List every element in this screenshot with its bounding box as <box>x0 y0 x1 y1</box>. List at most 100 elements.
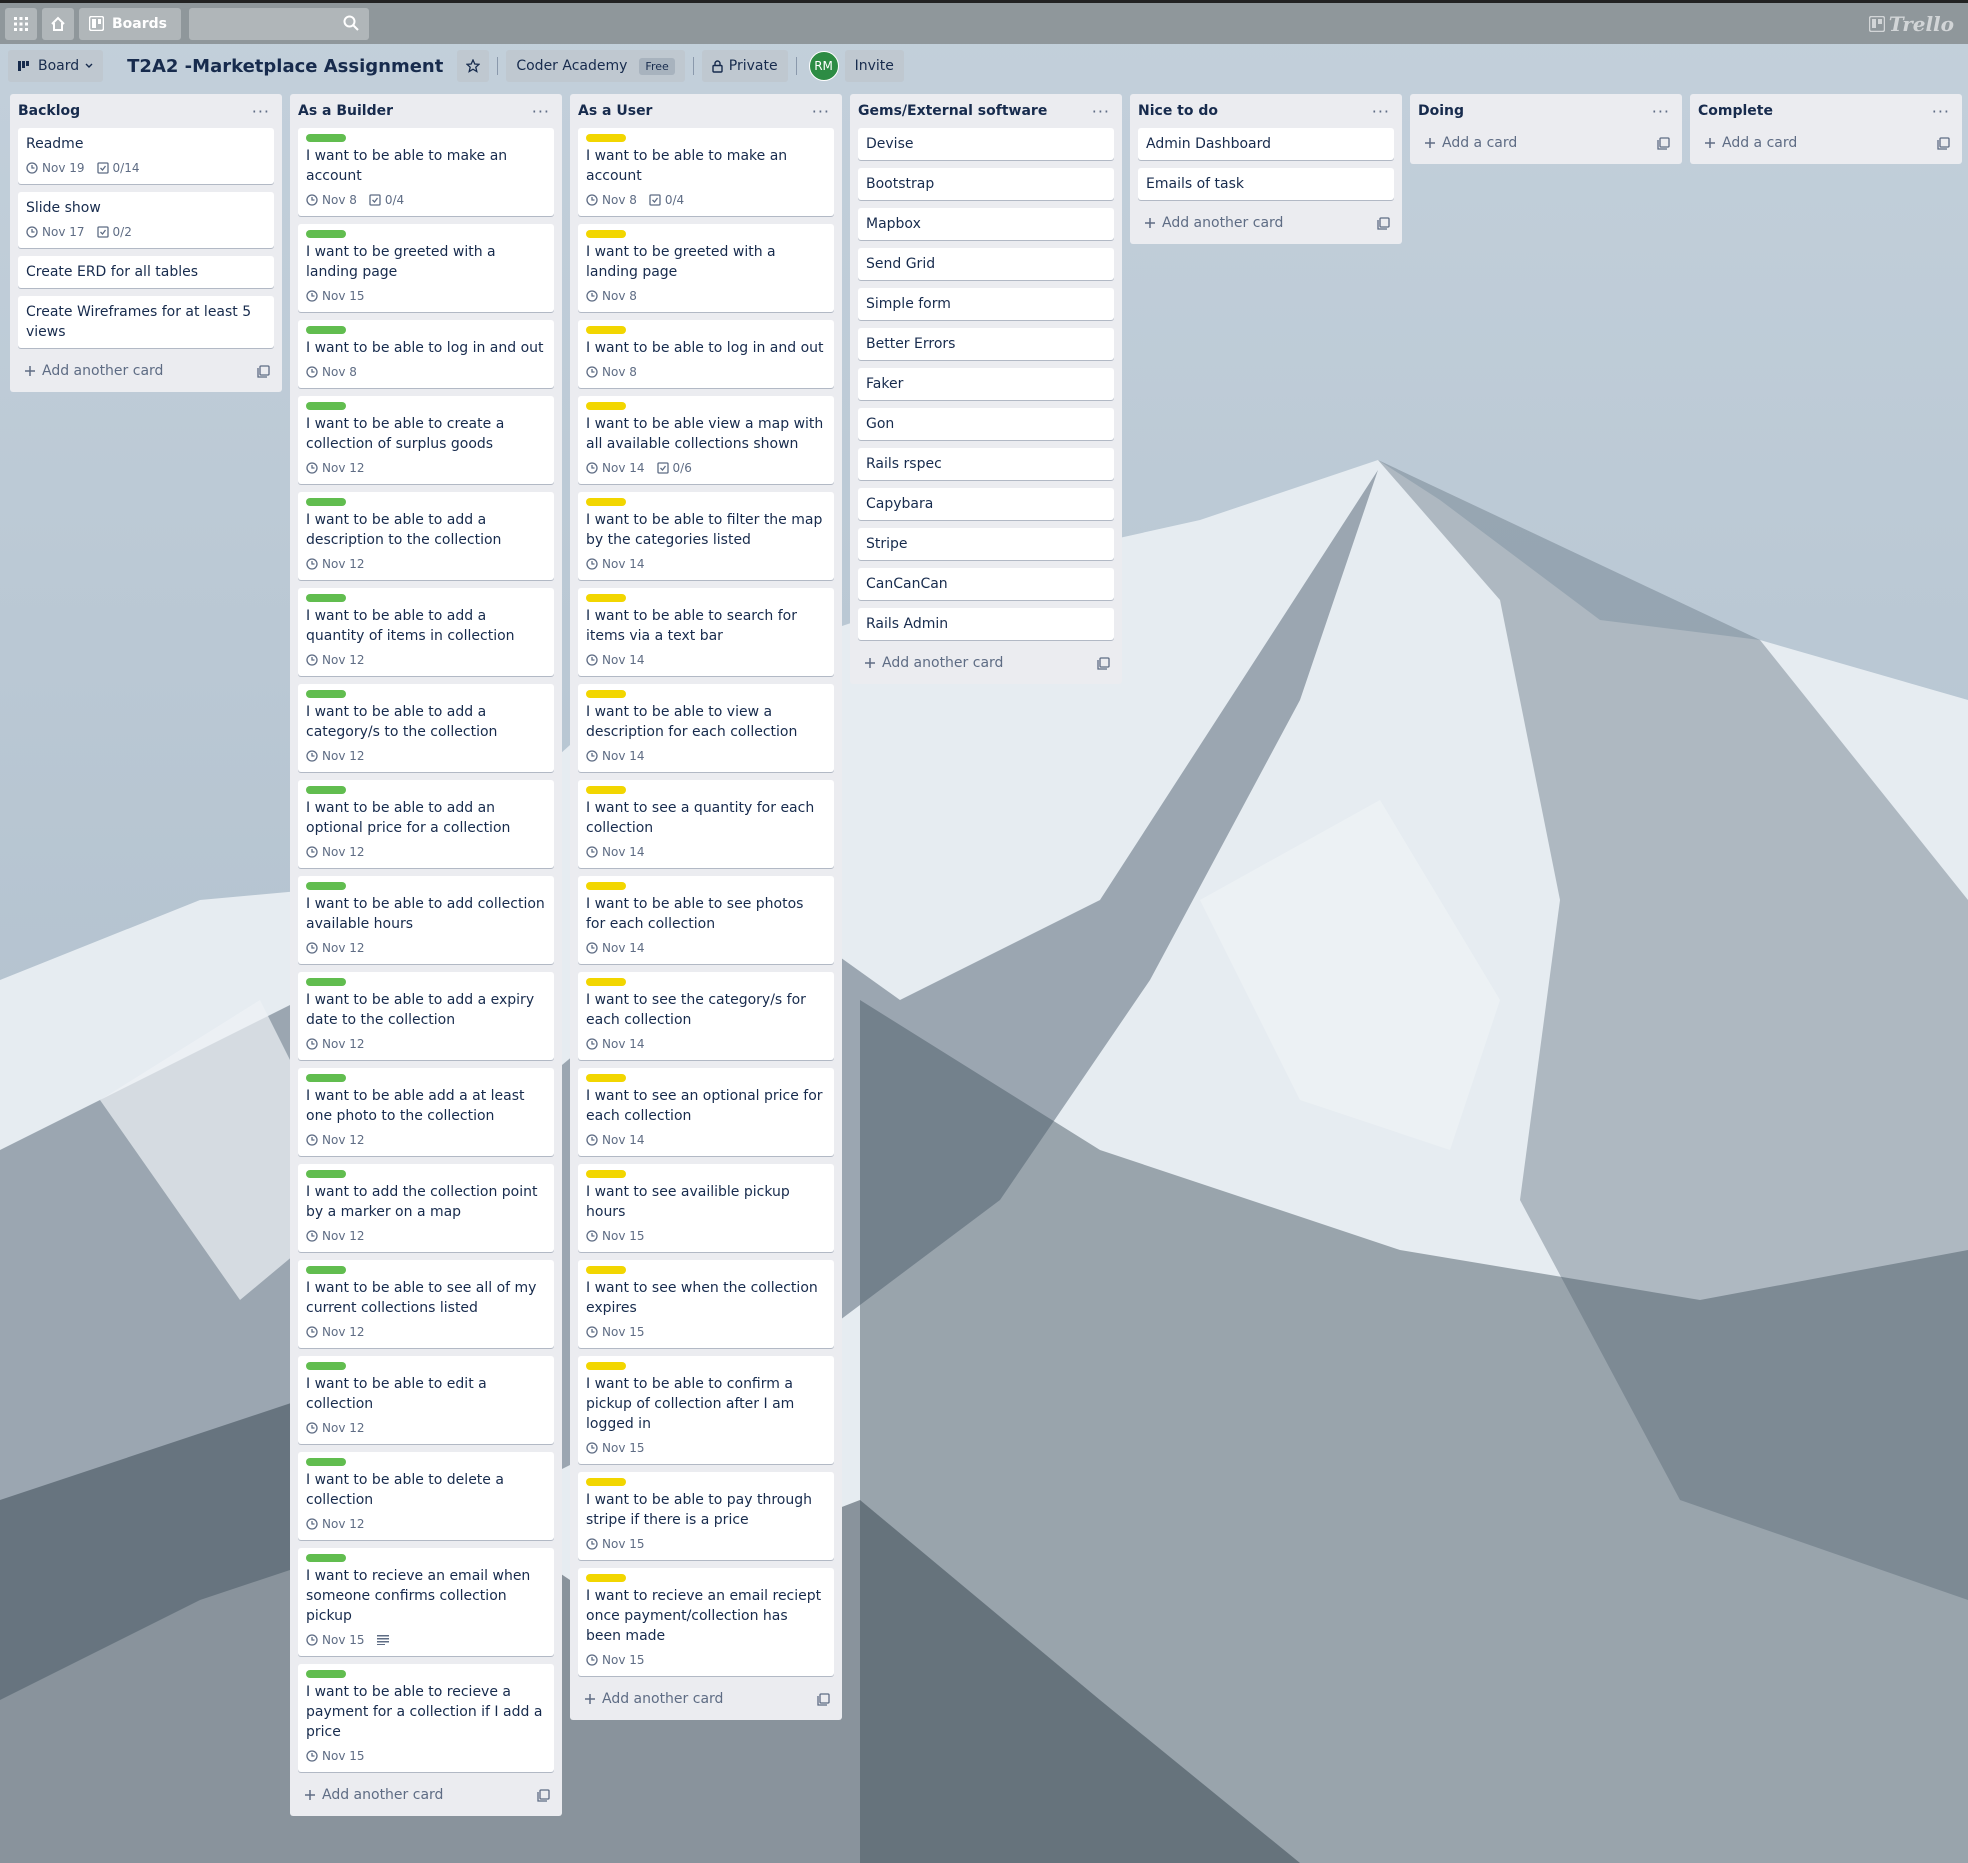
card[interactable]: I want to be greeted with a landing page… <box>578 224 834 312</box>
card-label[interactable] <box>586 978 626 986</box>
card-label[interactable] <box>586 230 626 238</box>
card[interactable]: I want to be greeted with a landing page… <box>298 224 554 312</box>
card-template-button[interactable] <box>817 1692 830 1706</box>
add-card-composer[interactable]: Add a card <box>1424 135 1517 151</box>
list-title[interactable]: As a Builder <box>298 103 393 119</box>
card[interactable]: I want to see the category/s for each co… <box>578 972 834 1060</box>
card[interactable]: I want to recieve an email when someone … <box>298 1548 554 1656</box>
star-button[interactable] <box>457 50 490 82</box>
boards-button[interactable]: Boards <box>79 7 181 40</box>
card-label[interactable] <box>586 402 626 410</box>
add-card-button[interactable]: Add another card <box>18 356 274 386</box>
add-card-composer[interactable]: Add a card <box>1704 135 1797 151</box>
card[interactable]: Stripe <box>858 528 1114 560</box>
add-card-button[interactable]: Add a card <box>1698 128 1954 158</box>
list-menu-icon[interactable]: ··· <box>812 102 830 121</box>
card-label[interactable] <box>586 882 626 890</box>
add-card-button[interactable]: Add another card <box>1138 208 1394 238</box>
card[interactable]: I want to be able to add a expiry date t… <box>298 972 554 1060</box>
card-label[interactable] <box>586 498 626 506</box>
card-template-button[interactable] <box>1377 216 1390 230</box>
invite-button[interactable]: Invite <box>844 50 904 82</box>
card[interactable]: CanCanCan <box>858 568 1114 600</box>
card-label[interactable] <box>586 1074 626 1082</box>
card[interactable]: Better Errors <box>858 328 1114 360</box>
card[interactable]: I want to be able to recieve a payment f… <box>298 1664 554 1772</box>
add-card-composer[interactable]: Add another card <box>1144 215 1283 231</box>
list-menu-icon[interactable]: ··· <box>1092 102 1110 121</box>
card-label[interactable] <box>586 326 626 334</box>
card-label[interactable] <box>306 1074 346 1082</box>
card[interactable]: Rails rspec <box>858 448 1114 480</box>
add-card-button[interactable]: Add a card <box>1418 128 1674 158</box>
card-label[interactable] <box>306 1458 346 1466</box>
add-card-button[interactable]: Add another card <box>578 1684 834 1714</box>
card[interactable]: Devise <box>858 128 1114 160</box>
card-label[interactable] <box>586 1362 626 1370</box>
card[interactable]: I want to be able to log in and out Nov 8 <box>298 320 554 388</box>
card[interactable]: Send Grid <box>858 248 1114 280</box>
card[interactable]: Slide show Nov 17 0/2 <box>18 192 274 248</box>
card-label[interactable] <box>586 1170 626 1178</box>
card[interactable]: I want to be able view a map with all av… <box>578 396 834 484</box>
card[interactable]: I want to be able to create a collection… <box>298 396 554 484</box>
card[interactable]: I want to be able to filter the map by t… <box>578 492 834 580</box>
team-button[interactable]: Coder Academy Free <box>506 50 685 82</box>
card[interactable]: I want to be able to add an optional pri… <box>298 780 554 868</box>
card[interactable]: I want to be able to view a description … <box>578 684 834 772</box>
card[interactable]: I want to see when the collection expire… <box>578 1260 834 1348</box>
card[interactable]: I want to be able to add a description t… <box>298 492 554 580</box>
add-card-composer[interactable]: Add another card <box>304 1787 443 1803</box>
list-title[interactable]: As a User <box>578 103 652 119</box>
search-input[interactable] <box>189 7 369 40</box>
card[interactable]: Bootstrap <box>858 168 1114 200</box>
card[interactable]: I want to be able to log in and out Nov 8 <box>578 320 834 388</box>
list-menu-icon[interactable]: ··· <box>1372 102 1390 121</box>
list-title[interactable]: Doing <box>1418 103 1464 119</box>
list-title[interactable]: Nice to do <box>1138 103 1218 119</box>
card[interactable]: I want to see a quantity for each collec… <box>578 780 834 868</box>
card-label[interactable] <box>586 594 626 602</box>
member-avatar[interactable]: RM <box>808 51 839 81</box>
card-label[interactable] <box>306 1362 346 1370</box>
card-template-button[interactable] <box>257 364 270 378</box>
card[interactable]: Capybara <box>858 488 1114 520</box>
card-template-button[interactable] <box>537 1788 550 1802</box>
card[interactable]: Admin Dashboard <box>1138 128 1394 160</box>
card[interactable]: I want to be able add a at least one pho… <box>298 1068 554 1156</box>
card-template-button[interactable] <box>1937 136 1950 150</box>
card-label[interactable] <box>306 1554 346 1562</box>
card[interactable]: I want to be able to add a quantity of i… <box>298 588 554 676</box>
card-label[interactable] <box>586 1478 626 1486</box>
card-label[interactable] <box>586 786 626 794</box>
card[interactable]: I want to see an optional price for each… <box>578 1068 834 1156</box>
add-card-button[interactable]: Add another card <box>298 1780 554 1810</box>
board-title[interactable]: T2A2 -Marketplace Assignment <box>127 56 443 77</box>
card[interactable]: Create ERD for all tables <box>18 256 274 288</box>
list-menu-icon[interactable]: ··· <box>1652 102 1670 121</box>
list-title[interactable]: Backlog <box>18 103 80 119</box>
card[interactable]: I want to be able to confirm a pickup of… <box>578 1356 834 1464</box>
list-title[interactable]: Gems/External software <box>858 103 1047 119</box>
card[interactable]: Gon <box>858 408 1114 440</box>
card-label[interactable] <box>586 690 626 698</box>
card[interactable]: I want to be able to edit a collection No… <box>298 1356 554 1444</box>
card-label[interactable] <box>306 786 346 794</box>
card[interactable]: Rails Admin <box>858 608 1114 640</box>
card-label[interactable] <box>306 326 346 334</box>
card[interactable]: I want to be able to add a category/s to… <box>298 684 554 772</box>
card-label[interactable] <box>306 882 346 890</box>
list-menu-icon[interactable]: ··· <box>252 102 270 121</box>
card[interactable]: Readme Nov 19 0/14 <box>18 128 274 184</box>
card-label[interactable] <box>306 1170 346 1178</box>
add-card-button[interactable]: Add another card <box>858 648 1114 678</box>
card[interactable]: Faker <box>858 368 1114 400</box>
card[interactable]: I want to be able to add collection avai… <box>298 876 554 964</box>
card-label[interactable] <box>306 402 346 410</box>
card-label[interactable] <box>306 134 346 142</box>
card[interactable]: I want to be able to pay through stripe … <box>578 1472 834 1560</box>
home-button[interactable] <box>42 7 74 40</box>
card-label[interactable] <box>306 1670 346 1678</box>
list-menu-icon[interactable]: ··· <box>1932 102 1950 121</box>
card[interactable]: I want to be able to search for items vi… <box>578 588 834 676</box>
